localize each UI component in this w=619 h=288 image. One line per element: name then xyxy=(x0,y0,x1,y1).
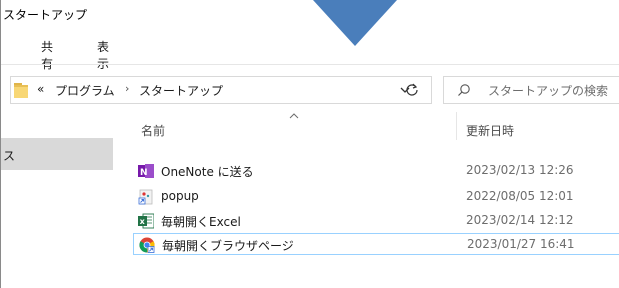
file-name: 毎朝開くExcel xyxy=(161,215,241,229)
chrome-icon xyxy=(139,237,155,253)
address-bar[interactable]: « プログラム › スタートアップ xyxy=(10,76,432,104)
column-header-name[interactable]: 名前 xyxy=(141,122,165,139)
breadcrumb-chevron-icon[interactable]: › xyxy=(125,82,129,95)
folder-icon xyxy=(14,83,28,98)
onenote-icon: N xyxy=(138,164,154,178)
refresh-button[interactable] xyxy=(399,76,425,104)
svg-text:x: x xyxy=(140,217,146,226)
file-modified: 2023/02/14 12:12 xyxy=(466,213,574,227)
navigation-pane: ス xyxy=(1,105,119,288)
file-explorer-window: スタートアップ 共有 表示 « プログラム › スタートアップ スタートアップの… xyxy=(0,0,619,288)
column-divider[interactable] xyxy=(456,112,457,140)
file-name: popup xyxy=(161,189,199,203)
nav-item-selected[interactable]: ス xyxy=(1,138,113,170)
window-title: スタートアップ xyxy=(3,8,88,22)
file-row-selected[interactable]: 毎朝開くブラウザページ 2023/01/27 16:41 xyxy=(133,233,619,255)
file-name: OneNote に送る xyxy=(161,165,254,179)
search-input[interactable]: スタートアップの検索 xyxy=(488,82,608,99)
tab-view[interactable]: 表示 xyxy=(93,36,113,74)
annotation-arrow-icon xyxy=(313,0,397,46)
file-modified: 2023/01/27 16:41 xyxy=(467,237,575,251)
breadcrumb-programs[interactable]: プログラム xyxy=(55,82,115,99)
sort-ascending-icon[interactable] xyxy=(289,112,299,120)
file-row[interactable]: N OneNote に送る 2023/02/13 12:26 xyxy=(133,160,619,182)
nav-item-label: ス xyxy=(3,149,16,163)
file-row[interactable]: popup 2022/08/05 12:01 xyxy=(133,186,619,208)
shortcut-icon xyxy=(138,189,153,205)
excel-icon: x xyxy=(138,213,154,229)
file-row[interactable]: x 毎朝開くExcel 2023/02/14 12:12 xyxy=(133,210,619,232)
svg-text:N: N xyxy=(140,168,148,178)
breadcrumb-overflow[interactable]: « xyxy=(37,82,44,96)
file-name: 毎朝開くブラウザページ xyxy=(162,239,294,253)
search-box[interactable]: スタートアップの検索 xyxy=(443,76,619,104)
search-icon xyxy=(458,84,470,96)
ribbon-divider xyxy=(1,64,619,65)
column-header-modified[interactable]: 更新日時 xyxy=(466,122,514,139)
refresh-icon xyxy=(406,83,418,96)
breadcrumb-startup[interactable]: スタートアップ xyxy=(139,82,223,99)
file-modified: 2023/02/13 12:26 xyxy=(466,163,574,177)
file-modified: 2022/08/05 12:01 xyxy=(466,189,574,203)
tab-share[interactable]: 共有 xyxy=(37,36,57,74)
